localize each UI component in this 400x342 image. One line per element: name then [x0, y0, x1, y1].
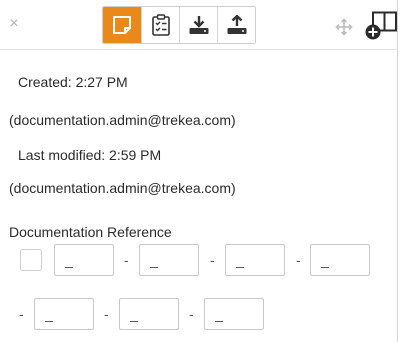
reference-field-1[interactable]	[54, 244, 114, 276]
close-icon[interactable]: ×	[7, 16, 21, 32]
reference-separator: -	[210, 252, 215, 268]
upload-tray-icon	[227, 15, 246, 34]
reference-field-5[interactable]	[34, 298, 94, 330]
reference-separator: -	[104, 306, 109, 322]
note-tool-button[interactable]	[103, 7, 141, 43]
reference-field-4[interactable]	[310, 244, 370, 276]
sticky-note-icon	[113, 16, 131, 34]
reference-separator: -	[189, 306, 194, 322]
reference-checkbox[interactable]	[20, 249, 42, 271]
reference-field-2[interactable]	[139, 244, 199, 276]
checklist-tool-button[interactable]	[141, 7, 179, 43]
modified-by-email: (documentation.admin@trekea.com)	[9, 180, 236, 196]
clipboard-checklist-icon	[151, 14, 170, 36]
properties-panel: × Created: 2:27 PM (documentation.admin@…	[0, 0, 398, 342]
reference-separator: -	[19, 306, 24, 322]
download-tool-button[interactable]	[179, 7, 217, 43]
panel-toolbar: ×	[0, 0, 398, 50]
view-tool-group	[102, 6, 256, 44]
download-tray-icon	[189, 16, 208, 34]
reference-field-3[interactable]	[225, 244, 285, 276]
reference-field-6[interactable]	[119, 298, 179, 330]
created-label: Created: 2:27 PM	[18, 74, 128, 90]
reference-separator: -	[296, 252, 301, 268]
upload-tool-button[interactable]	[217, 7, 255, 43]
reference-separator: -	[124, 252, 129, 268]
add-panel-icon[interactable]	[364, 11, 398, 41]
documentation-reference-title: Documentation Reference	[9, 224, 172, 240]
created-by-email: (documentation.admin@trekea.com)	[9, 112, 236, 128]
move-arrows-icon[interactable]	[335, 18, 353, 36]
last-modified-label: Last modified: 2:59 PM	[18, 147, 162, 163]
reference-field-7[interactable]	[204, 298, 264, 330]
